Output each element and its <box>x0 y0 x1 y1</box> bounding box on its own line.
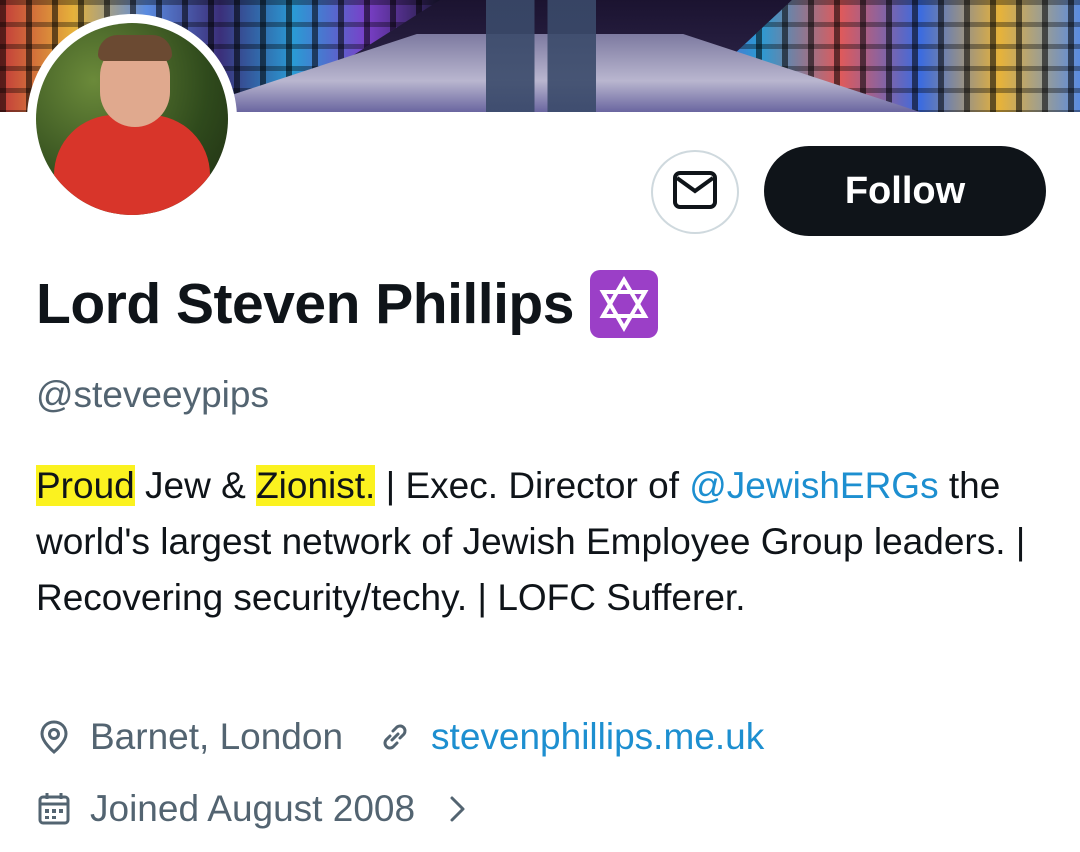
bio-text: | Exec. Director of <box>375 465 690 506</box>
calendar-icon <box>36 791 72 827</box>
envelope-icon <box>672 170 718 215</box>
bio-highlight-zionist: Zionist. <box>256 465 376 506</box>
avatar-hair <box>98 35 172 61</box>
location-text: Barnet, London <box>90 716 344 757</box>
username-handle: @steveeypips <box>36 374 269 415</box>
joined-row[interactable]: Joined August 2008 <box>36 788 475 830</box>
display-name-text: Lord Steven Phillips <box>36 272 574 336</box>
map-pin-icon <box>36 719 72 755</box>
profile-meta-row: Barnet, London stevenphillips.me.uk <box>36 716 764 758</box>
message-button[interactable] <box>651 150 739 234</box>
link-icon <box>377 719 413 755</box>
banner-figure <box>486 0 596 112</box>
joined-date-text: Joined August 2008 <box>90 788 416 829</box>
follow-button[interactable]: Follow <box>764 146 1046 236</box>
chevron-right-icon <box>439 791 475 827</box>
bio-text: Jew & <box>134 465 257 506</box>
bio-mention-link[interactable]: @JewishERGs <box>689 465 938 506</box>
website-link[interactable]: stevenphillips.me.uk <box>431 716 764 758</box>
avatar[interactable] <box>36 23 228 215</box>
avatar-shirt <box>54 115 210 215</box>
profile-bio: Proud Jew & Zionist. | Exec. Director of… <box>36 458 1051 626</box>
bio-highlight-proud: Proud <box>36 465 135 506</box>
star-of-david-icon <box>589 270 658 338</box>
display-name: Lord Steven Phillips <box>36 270 658 338</box>
